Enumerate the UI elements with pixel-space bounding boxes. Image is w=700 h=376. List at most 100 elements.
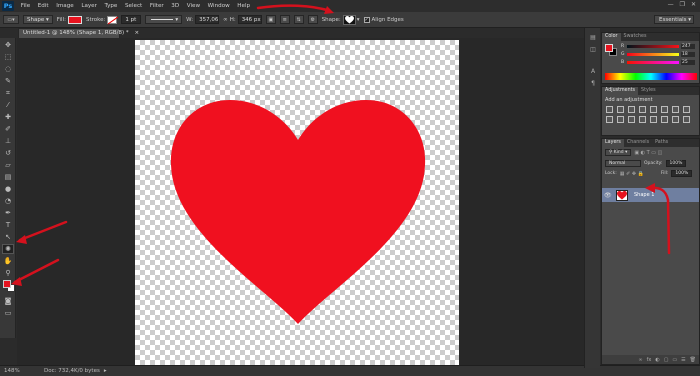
gear-icon[interactable]: ⚙ — [307, 15, 318, 24]
adjustment-layer-icon[interactable]: ▢ — [664, 357, 669, 363]
eyedropper-tool-icon[interactable]: ⁄ — [2, 100, 14, 110]
clone-stamp-tool-icon[interactable]: ⊥ — [2, 136, 14, 146]
heart-shape-path[interactable] — [170, 100, 426, 324]
menu-view[interactable]: View — [187, 3, 200, 9]
dodge-tool-icon[interactable]: ◔ — [2, 196, 14, 206]
path-selection-tool-icon[interactable]: ↖ — [2, 232, 14, 242]
link-layers-icon[interactable]: ∞ — [638, 357, 642, 363]
menu-window[interactable]: Window — [208, 3, 230, 9]
tab-layers[interactable]: Layers — [602, 139, 624, 147]
tab-color[interactable]: Color — [602, 33, 621, 41]
shape-picker[interactable] — [342, 14, 356, 25]
vibrance-icon[interactable] — [650, 106, 657, 113]
layer-thumbnail[interactable] — [616, 189, 628, 201]
menu-3d[interactable]: 3D — [171, 3, 179, 9]
fill-field[interactable]: 100% — [671, 170, 693, 177]
blend-mode-dropdown[interactable]: Normal — [605, 160, 641, 167]
blur-tool-icon[interactable]: ● — [2, 184, 14, 194]
fill-swatch[interactable] — [67, 15, 82, 24]
healing-brush-tool-icon[interactable]: ✚ — [2, 112, 14, 122]
lock-icons[interactable]: ▦ ✐ ✥ 🔒 — [620, 171, 644, 177]
layer-kind-dropdown[interactable]: ⚲ Kind ▾ — [605, 149, 632, 156]
levels-icon[interactable] — [617, 106, 624, 113]
panel-history-icon[interactable]: ▤ — [588, 34, 598, 42]
history-brush-tool-icon[interactable]: ↺ — [2, 148, 14, 158]
restore-button[interactable]: ❐ — [680, 1, 685, 8]
eraser-tool-icon[interactable]: ▱ — [2, 160, 14, 170]
hue-saturation-icon[interactable] — [661, 106, 668, 113]
tab-paths[interactable]: Paths — [652, 139, 671, 147]
slider-red-value[interactable]: 247 — [681, 44, 695, 49]
slider-red-track[interactable] — [627, 45, 679, 48]
curves-icon[interactable] — [628, 106, 635, 113]
menu-filter[interactable]: Filter — [150, 3, 164, 9]
opacity-field[interactable]: 100% — [665, 160, 687, 167]
panel-paragraph-icon[interactable]: ¶ — [588, 80, 598, 88]
path-arrangement-icon[interactable]: ⇅ — [293, 15, 304, 24]
group-icon[interactable]: ▭ — [672, 357, 677, 363]
minimize-button[interactable]: — — [668, 1, 674, 8]
workspace-dropdown[interactable]: Essentials ▾ — [654, 15, 694, 24]
layer-name[interactable]: Shape 1 — [634, 192, 654, 198]
trash-icon[interactable]: 🗑 — [690, 357, 696, 363]
fx-icon[interactable]: fx — [647, 357, 652, 363]
quick-mask-icon[interactable]: ◙ — [2, 296, 14, 306]
slider-green-value[interactable]: 18 — [681, 52, 695, 57]
menu-edit[interactable]: Edit — [38, 3, 49, 9]
exposure-icon[interactable] — [639, 106, 646, 113]
brush-tool-icon[interactable]: ✐ — [2, 124, 14, 134]
hand-tool-icon[interactable]: ✋ — [2, 256, 14, 266]
lasso-tool-icon[interactable]: ◌ — [2, 64, 14, 74]
panel-character-icon[interactable]: A — [588, 68, 598, 76]
eye-icon[interactable]: 👁 — [604, 192, 612, 199]
screen-mode-icon[interactable]: ▭ — [2, 308, 14, 318]
stroke-type-dropdown[interactable]: ▾ — [145, 15, 183, 24]
menu-layer[interactable]: Layer — [81, 3, 97, 9]
gradient-tool-icon[interactable]: ▤ — [2, 172, 14, 182]
path-operations-icon[interactable]: ▣ — [265, 15, 276, 24]
color-balance-icon[interactable] — [672, 106, 679, 113]
link-icon[interactable]: ∞ — [223, 17, 228, 23]
new-layer-icon[interactable]: ☰ — [681, 357, 685, 363]
tab-swatches[interactable]: Swatches — [621, 33, 650, 41]
slider-blue-value[interactable]: 25 — [681, 60, 695, 65]
align-edges-checkbox[interactable]: ✓ — [363, 16, 370, 23]
tool-mode-dropdown[interactable]: Shape ▾ — [23, 15, 53, 24]
tab-channels[interactable]: Channels — [624, 139, 652, 147]
color-lookup-icon[interactable] — [628, 116, 635, 123]
status-menu-arrow-icon[interactable]: ▸ — [104, 368, 107, 374]
stroke-swatch[interactable] — [107, 15, 118, 24]
canvas[interactable] — [135, 40, 459, 365]
close-tab-icon[interactable]: × — [134, 30, 139, 36]
photo-filter-icon[interactable] — [606, 116, 613, 123]
menu-file[interactable]: File — [21, 3, 30, 9]
menu-select[interactable]: Select — [125, 3, 142, 9]
document-tab[interactable]: Untitled-1 @ 148% (Shape 1, RGB/8) * × — [18, 28, 139, 38]
zoom-level[interactable]: 148% — [4, 368, 34, 374]
shape-dropdown-arrow-icon[interactable]: ▾ — [357, 17, 360, 23]
slider-blue[interactable]: B 25 — [621, 60, 695, 65]
gradient-map-icon[interactable] — [672, 116, 679, 123]
panel-properties-icon[interactable]: ◫ — [588, 46, 598, 54]
pen-tool-icon[interactable]: ✒ — [2, 208, 14, 218]
zoom-tool-icon[interactable]: ⚲ — [2, 268, 14, 278]
layer-row-shape-1[interactable]: 👁 Shape 1 — [602, 188, 699, 202]
foreground-color-swatch[interactable] — [3, 280, 11, 288]
custom-shape-tool-icon[interactable]: ✺ — [2, 244, 14, 254]
slider-red[interactable]: R 247 — [621, 44, 695, 49]
color-panel-foreground[interactable] — [605, 44, 613, 52]
slider-green[interactable]: G 18 — [621, 52, 695, 57]
close-button[interactable]: ✕ — [691, 1, 696, 8]
path-alignment-icon[interactable]: ≡ — [279, 15, 290, 24]
menu-type[interactable]: Type — [105, 3, 118, 9]
channel-mixer-icon[interactable] — [617, 116, 624, 123]
tab-styles[interactable]: Styles — [638, 87, 659, 95]
threshold-icon[interactable] — [661, 116, 668, 123]
heart-shape[interactable] — [135, 40, 459, 365]
mask-icon[interactable]: ◐ — [655, 357, 659, 363]
width-field[interactable]: 357,06 — [195, 15, 220, 24]
selective-color-icon[interactable] — [683, 116, 690, 123]
brightness-contrast-icon[interactable] — [606, 106, 613, 113]
stroke-width-field[interactable]: 1 pt — [121, 15, 142, 24]
move-tool-icon[interactable]: ✥ — [2, 40, 14, 50]
